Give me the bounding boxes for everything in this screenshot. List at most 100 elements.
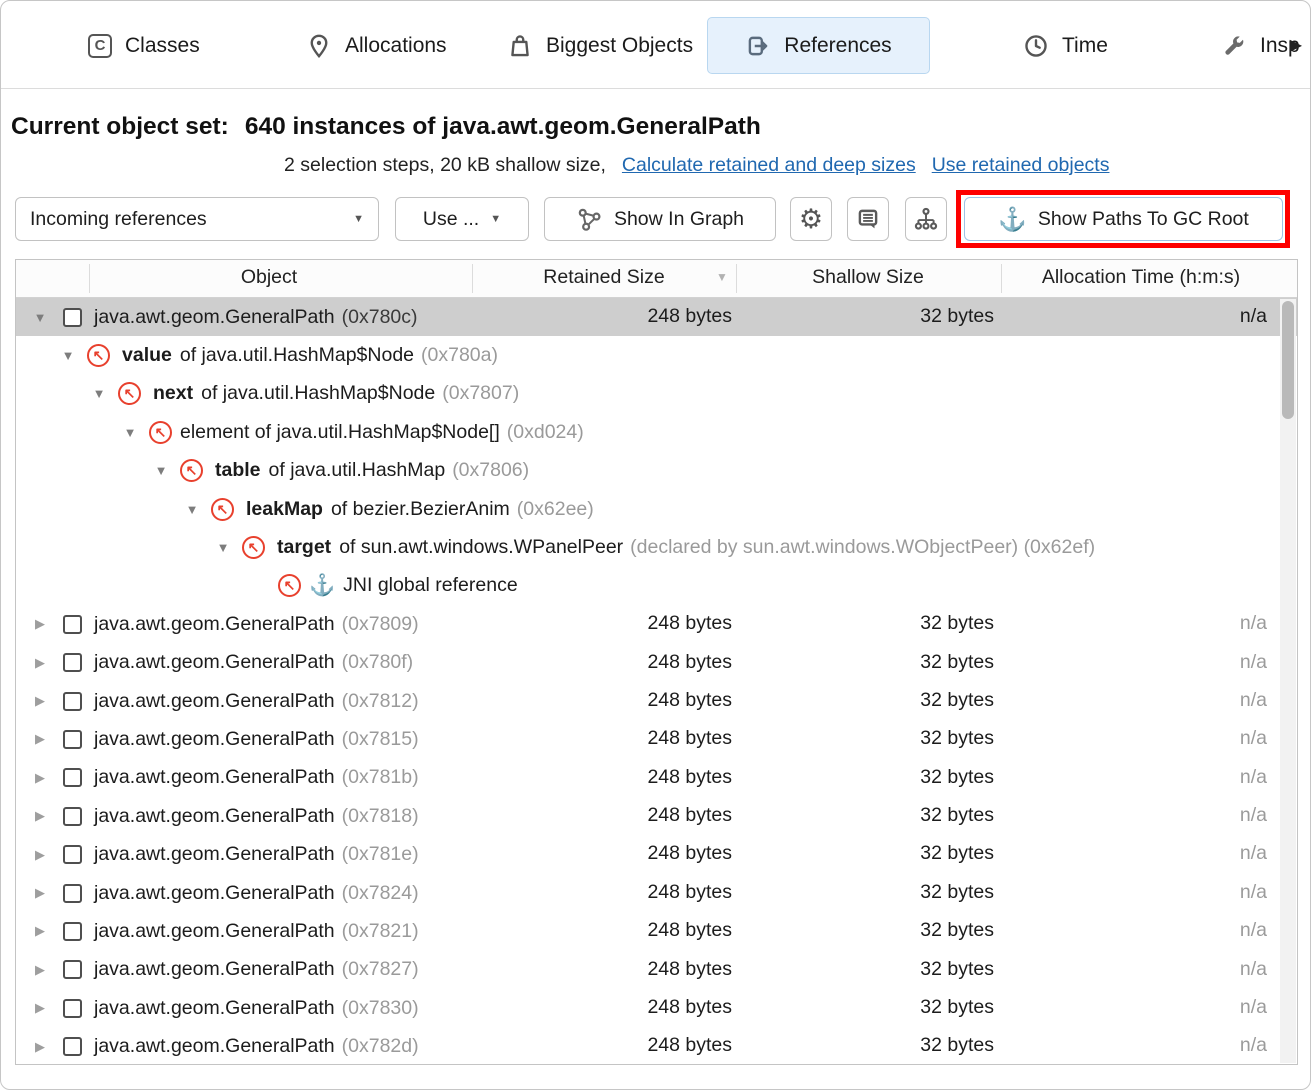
expand-triangle-icon[interactable]: ▶ [30, 655, 50, 671]
column-header-retained[interactable]: Retained Size [543, 266, 664, 289]
tab-time[interactable]: Time [1009, 17, 1122, 74]
table-row-selected[interactable]: ▼ java.awt.geom.GeneralPath (0x780c) 248… [16, 298, 1297, 336]
row-checkbox[interactable] [63, 922, 82, 941]
table-row[interactable]: ▶ java.awt.geom.GeneralPath (0x7827) 248… [16, 951, 1297, 989]
tab-references[interactable]: References [707, 17, 930, 74]
expand-triangle-icon[interactable]: ▶ [30, 1039, 50, 1055]
expand-triangle-icon[interactable]: ▶ [30, 770, 50, 786]
show-paths-to-gc-root-button[interactable]: ⚓ Show Paths To GC Root [964, 197, 1283, 241]
table-header: Object Retained Size ▼ Shallow Size Allo… [16, 260, 1297, 298]
object-address: (0x781e) [342, 843, 419, 866]
tab-allocations[interactable]: Allocations [292, 17, 461, 74]
calculate-retained-link[interactable]: Calculate retained and deep sizes [622, 154, 916, 176]
object-class: java.awt.geom.GeneralPath [94, 306, 335, 329]
column-header-allocation[interactable]: Allocation Time (h:m:s) [1042, 266, 1240, 289]
expand-triangle-icon[interactable]: ▼ [182, 502, 202, 517]
comment-button[interactable] [847, 197, 889, 241]
table-row[interactable]: ▶ java.awt.geom.GeneralPath (0x782d) 248… [16, 1027, 1297, 1065]
gc-root-label: JNI global reference [343, 574, 518, 597]
reference-chain-row[interactable]: ▼ ↖ next of java.util.HashMap$Node (0x78… [16, 375, 1297, 413]
reference-text: element of java.util.HashMap$Node[] [180, 421, 500, 444]
expand-triangle-icon[interactable]: ▶ [30, 731, 50, 747]
expand-triangle-icon[interactable]: ▶ [30, 962, 50, 978]
object-address: (0x7818) [342, 805, 419, 828]
row-checkbox[interactable] [63, 692, 82, 711]
show-in-graph-button[interactable]: Show In Graph [544, 197, 776, 241]
table-row[interactable]: ▶ java.awt.geom.GeneralPath (0x7809) 248… [16, 605, 1297, 643]
use-button[interactable]: Use ... ▼ [395, 197, 529, 241]
reference-chain-row[interactable]: ▼ ↖ target of sun.awt.windows.WPanelPeer… [16, 528, 1297, 566]
view-tab-bar: C Classes Allocations Biggest Objects Re… [1, 1, 1310, 89]
allocation-time-value: n/a [1240, 689, 1267, 712]
expand-triangle-icon[interactable]: ▶ [30, 693, 50, 709]
row-checkbox[interactable] [63, 884, 82, 903]
expand-triangle-icon[interactable]: ▼ [120, 425, 140, 440]
object-class: java.awt.geom.GeneralPath [94, 1035, 335, 1058]
expand-triangle-icon[interactable]: ▼ [151, 463, 171, 478]
table-row[interactable]: ▶ java.awt.geom.GeneralPath (0x7818) 248… [16, 797, 1297, 835]
allocation-time-value: n/a [1240, 1034, 1267, 1057]
allocation-time-value: n/a [1240, 727, 1267, 750]
allocation-time-value: n/a [1240, 612, 1267, 635]
row-checkbox[interactable] [63, 730, 82, 749]
table-row[interactable]: ▶ java.awt.geom.GeneralPath (0x7830) 248… [16, 989, 1297, 1027]
row-checkbox[interactable] [63, 1037, 82, 1056]
expand-triangle-icon[interactable]: ▼ [213, 540, 233, 555]
settings-button[interactable]: ⚙ [790, 197, 832, 241]
shallow-size-value: 32 bytes [920, 727, 994, 750]
table-row[interactable]: ▶ java.awt.geom.GeneralPath (0x780f) 248… [16, 644, 1297, 682]
retained-size-value: 248 bytes [647, 689, 732, 712]
row-checkbox[interactable] [63, 960, 82, 979]
reference-address: (0x780a) [421, 344, 498, 367]
reference-text: of bezier.BezierAnim [331, 498, 510, 521]
object-address: (0x7815) [342, 728, 419, 751]
incoming-reference-icon: ↖ [149, 421, 172, 444]
expand-triangle-icon[interactable]: ▶ [30, 808, 50, 824]
column-header-object[interactable]: Object [241, 266, 297, 289]
reference-chain-row[interactable]: ▼ ↖ value of java.util.HashMap$Node (0x7… [16, 336, 1297, 374]
reference-field: next [153, 382, 193, 405]
expand-triangle-icon[interactable]: ▶ [30, 847, 50, 863]
reference-chain-row[interactable]: ▼ ↖ table of java.util.HashMap (0x7806) [16, 452, 1297, 490]
row-checkbox[interactable] [63, 807, 82, 826]
object-address: (0x7812) [342, 690, 419, 713]
table-row[interactable]: ▶ java.awt.geom.GeneralPath (0x7815) 248… [16, 720, 1297, 758]
table-row[interactable]: ▶ java.awt.geom.GeneralPath (0x7812) 248… [16, 682, 1297, 720]
object-set-details: 2 selection steps, 20 kB shallow size,Ca… [284, 150, 1310, 180]
allocation-time-value: n/a [1240, 651, 1267, 674]
column-header-shallow[interactable]: Shallow Size [812, 266, 924, 289]
expand-triangle-icon[interactable]: ▼ [89, 386, 109, 401]
row-checkbox[interactable] [63, 845, 82, 864]
chevron-down-icon: ▼ [353, 213, 364, 225]
expand-triangle-icon[interactable]: ▶ [30, 923, 50, 939]
row-checkbox[interactable] [63, 768, 82, 787]
reference-type-select[interactable]: Incoming references ▼ [15, 197, 379, 241]
row-checkbox[interactable] [63, 999, 82, 1018]
tab-biggest-objects[interactable]: Biggest Objects [493, 17, 707, 74]
object-address: (0x7809) [342, 613, 419, 636]
row-checkbox[interactable] [63, 308, 82, 327]
use-retained-objects-link[interactable]: Use retained objects [932, 154, 1110, 176]
gc-root-row[interactable]: ↖ ⚓ JNI global reference [16, 567, 1297, 605]
table-row[interactable]: ▶ java.awt.geom.GeneralPath (0x781e) 248… [16, 835, 1297, 873]
reference-chain-row[interactable]: ▼ ↖ element of java.util.HashMap$Node[] … [16, 413, 1297, 451]
reference-chain-row[interactable]: ▼ ↖ leakMap of bezier.BezierAnim (0x62ee… [16, 490, 1297, 528]
object-class: java.awt.geom.GeneralPath [94, 958, 335, 981]
row-checkbox[interactable] [63, 615, 82, 634]
tab-classes[interactable]: C Classes [74, 17, 214, 74]
expand-triangle-icon[interactable]: ▶ [30, 1000, 50, 1016]
expand-triangle-icon[interactable]: ▶ [30, 616, 50, 632]
expand-triangle-icon[interactable]: ▶ [30, 885, 50, 901]
vertical-scrollbar[interactable] [1280, 299, 1296, 1063]
row-checkbox[interactable] [63, 653, 82, 672]
table-row[interactable]: ▶ java.awt.geom.GeneralPath (0x7821) 248… [16, 912, 1297, 950]
table-row[interactable]: ▶ java.awt.geom.GeneralPath (0x781b) 248… [16, 759, 1297, 797]
tab-overflow-arrow-icon[interactable]: ▶ [1290, 35, 1302, 55]
table-row[interactable]: ▶ java.awt.geom.GeneralPath (0x7824) 248… [16, 874, 1297, 912]
references-tree-table: Object Retained Size ▼ Shallow Size Allo… [15, 259, 1298, 1065]
tree-view-button[interactable] [905, 197, 947, 241]
object-set-title: 640 instances of java.awt.geom.GeneralPa… [245, 110, 761, 144]
expand-triangle-icon[interactable]: ▼ [58, 348, 78, 363]
scrollbar-thumb[interactable] [1282, 301, 1294, 419]
expand-triangle-icon[interactable]: ▼ [30, 310, 50, 325]
